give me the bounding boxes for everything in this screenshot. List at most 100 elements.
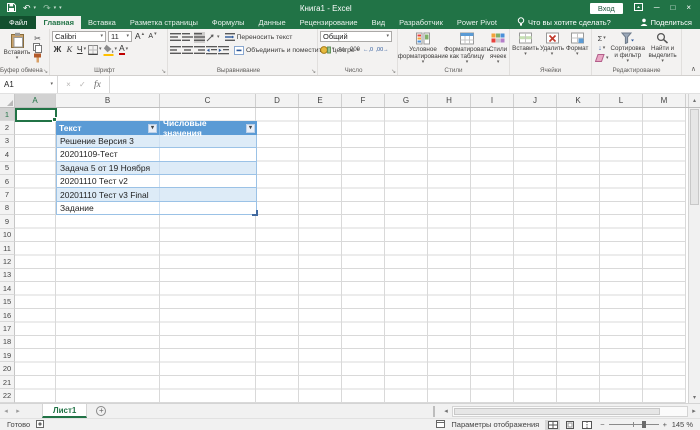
ribbon-tab[interactable]: Power Pivot [450,16,504,29]
ribbon-tab[interactable]: Формулы [205,16,252,29]
autosum-button[interactable]: Σ ▾ [594,33,609,43]
active-cell-a1[interactable] [15,108,57,122]
collapse-ribbon-icon[interactable]: ∧ [691,65,696,73]
align-center-button[interactable] [182,45,193,56]
row-header[interactable]: 20 [0,362,15,376]
sort-filter-button[interactable]: Сортировка и фильтр ▾ [609,31,646,65]
insert-function-icon[interactable]: fx [94,80,101,90]
row-header[interactable]: 14 [0,282,15,296]
row-header[interactable]: 7 [0,188,15,202]
horizontal-scroll-thumb[interactable] [454,407,660,415]
row-header[interactable]: 17 [0,322,15,336]
sheet-tab-active[interactable]: Лист1 [42,404,88,418]
table-cell-text[interactable]: Задание [56,201,160,215]
decrease-indent-button[interactable] [206,45,217,56]
borders-button[interactable]: ▾ [88,44,102,55]
horizontal-scroll-track[interactable] [452,405,688,417]
macro-record-icon[interactable] [36,419,45,430]
column-header[interactable]: H [428,94,471,107]
table-cell-text[interactable]: Решение Версия 3 [56,134,160,148]
find-select-button[interactable]: Найти и выделить ▾ [646,31,679,65]
new-sheet-button[interactable]: + [96,406,107,416]
cell-styles-button[interactable]: Стили ячеек ▾ [488,31,508,66]
name-box[interactable]: A1 ▾ [0,76,58,93]
filter-dropdown-icon[interactable]: ▾ [246,123,255,133]
maximize-button[interactable]: □ [670,4,675,12]
row-header[interactable]: 2 [0,121,15,135]
number-format-dropdown-icon[interactable]: ▾ [386,34,389,39]
row-header[interactable]: 1 [0,108,15,122]
clipboard-dialog-launcher-icon[interactable]: ↘ [43,69,48,75]
column-header[interactable]: D [256,94,299,107]
conditional-formatting-button[interactable]: Условное форматирование ▾ [398,31,448,66]
table-cell-value[interactable] [160,201,257,215]
row-header[interactable]: 4 [0,148,15,162]
fill-color-button[interactable]: ▾ [103,44,117,56]
table-cell-value[interactable] [160,188,257,201]
underline-button[interactable]: Ч ▾ [76,44,87,55]
align-top-button[interactable] [170,32,181,43]
table-cell-text[interactable]: 20201110 Тест v3 Final [56,188,160,201]
page-layout-view-icon[interactable] [562,420,577,430]
redo-dropdown-icon[interactable]: ▾ [54,5,57,11]
formula-input[interactable] [110,76,700,93]
undo-dropdown-icon[interactable]: ▾ [34,5,37,11]
display-settings-icon[interactable] [436,419,446,430]
row-header[interactable]: 9 [0,215,15,229]
font-color-button[interactable]: А ▾ [118,44,129,55]
row-header[interactable]: 15 [0,295,15,309]
font-size-combo[interactable]: 11 ▾ [108,31,132,42]
normal-view-icon[interactable] [545,419,561,430]
column-header[interactable]: J [514,94,557,107]
name-box-dropdown-icon[interactable]: ▾ [50,82,53,87]
minimize-button[interactable]: ─ [654,4,660,12]
percent-style-button[interactable]: % [337,44,348,55]
font-name-dropdown-icon[interactable]: ▾ [100,34,103,39]
alignment-dialog-launcher-icon[interactable]: ↘ [311,69,316,75]
font-dialog-launcher-icon[interactable]: ↘ [161,69,166,75]
filter-dropdown-icon[interactable]: ▾ [148,123,157,133]
column-header[interactable]: G [385,94,428,107]
delete-cells-button[interactable]: Удалить ▾ [539,31,565,58]
copy-icon[interactable] [32,43,43,53]
row-header[interactable]: 11 [0,241,15,256]
ribbon-tab[interactable]: Данные [252,16,293,29]
table-cell-text[interactable]: 20201109-Тест [56,148,160,161]
row-header[interactable]: 22 [0,389,15,403]
align-middle-button[interactable] [182,32,193,43]
save-icon[interactable] [7,2,16,14]
column-header[interactable]: I [471,94,514,107]
table-cell-text[interactable]: 20201110 Тест v2 [56,174,160,188]
horizontal-scroll-right-icon[interactable]: ▸ [688,407,700,415]
format-cells-button[interactable]: Формат ▾ [565,31,589,58]
table-cell-value[interactable] [160,148,257,161]
number-format-combo[interactable]: Общий ▾ [320,31,392,42]
column-header[interactable]: B [56,94,160,107]
table-header-values[interactable]: Числовые значения ▾ [160,118,257,138]
ribbon-tab[interactable]: Разметка страницы [123,16,205,29]
ribbon-tab[interactable]: Вставка [81,16,123,29]
decrease-decimal-button[interactable]: ,00→ [376,44,389,55]
row-header[interactable]: 21 [0,375,15,390]
ribbon-display-options-icon[interactable] [633,3,643,13]
row-header[interactable]: 16 [0,308,15,323]
table-cell-text[interactable]: Задача 5 от 19 Ноября [56,161,160,174]
cells-canvas[interactable]: Текст ▾ Числовые значения ▾ Решение Верс… [15,108,686,403]
paste-button[interactable]: Вставить ▾ [2,31,32,65]
italic-button[interactable]: К [64,44,75,55]
row-header[interactable]: 5 [0,161,15,175]
row-header[interactable]: 19 [0,349,15,363]
column-header[interactable]: L [600,94,643,107]
table-cell-value[interactable] [160,174,257,188]
accounting-format-button[interactable]: ▾ [320,44,335,55]
share-button[interactable]: Поделиться [640,16,700,29]
column-header[interactable]: M [643,94,686,107]
row-header[interactable]: 12 [0,255,15,269]
ribbon-tab[interactable]: Рецензирование [293,16,365,29]
horizontal-scroll-left-icon[interactable]: ◂ [440,407,452,415]
zoom-out-button[interactable]: − [600,420,604,429]
bold-button[interactable]: Ж [52,44,63,55]
close-button[interactable]: × [686,4,691,12]
zoom-slider[interactable] [608,420,659,429]
row-header[interactable]: 10 [0,228,15,242]
